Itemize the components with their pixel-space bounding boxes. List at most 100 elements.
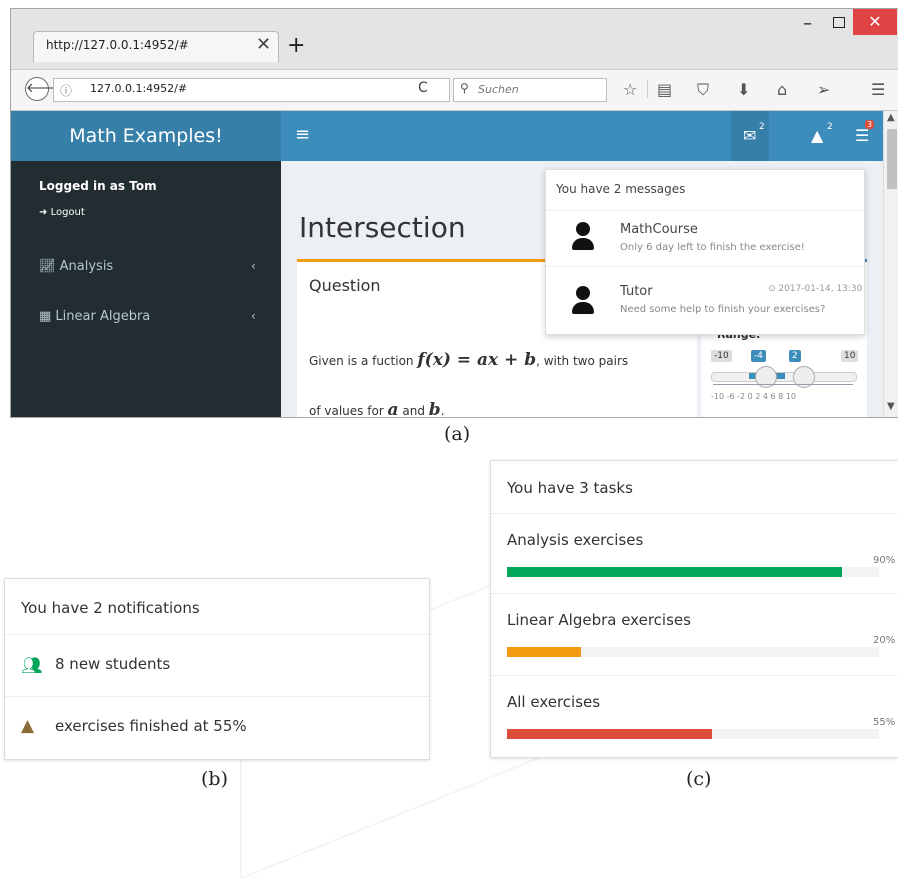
- message-item[interactable]: MathCourse Only 6 day left to finish the…: [546, 210, 864, 266]
- tab-close-icon[interactable]: ✕: [256, 34, 271, 55]
- notification-item[interactable]: 8 new students: [55, 655, 170, 673]
- warning-icon: ▲: [21, 716, 35, 736]
- pocket-icon[interactable]: ⛉: [697, 80, 709, 100]
- menu-icon[interactable]: ☰: [871, 80, 885, 99]
- task-label[interactable]: All exercises: [507, 693, 600, 711]
- download-icon[interactable]: ⬇: [737, 80, 750, 99]
- tasks-count: 3: [865, 120, 875, 129]
- avatar: [576, 222, 590, 236]
- star-icon[interactable]: ☆: [623, 80, 637, 99]
- message-time: ⊙ 2017-01-14, 13:30: [768, 284, 863, 294]
- range-high-label: 2: [789, 350, 801, 362]
- question-title: Question: [309, 276, 381, 295]
- messages-divider: [546, 266, 864, 267]
- app-brand[interactable]: Math Examples!: [11, 111, 281, 161]
- warnings-count: 2: [827, 122, 833, 132]
- home-icon[interactable]: ⌂: [777, 80, 787, 99]
- messages-dropdown: You have 2 messages MathCourse Only 6 da…: [545, 169, 865, 335]
- info-icon[interactable]: ⓘ: [60, 82, 72, 99]
- messages-header-text: You have 2 messages: [556, 182, 686, 196]
- message-sender: MathCourse: [620, 222, 698, 237]
- search-bar[interactable]: ⚲ Suchen: [453, 78, 607, 102]
- messages-count: 2: [759, 122, 765, 132]
- task-percent: 55%: [873, 717, 896, 728]
- back-button[interactable]: 🡐: [25, 77, 61, 101]
- function-formula: f(x) = ax + b: [417, 350, 537, 370]
- task-progress-fill: [507, 647, 582, 657]
- task-percent: 90%: [873, 555, 896, 566]
- tasks-header: You have 3 tasks: [507, 479, 633, 497]
- avatar-body: [572, 238, 594, 250]
- tab-title: http://127.0.0.1:4952/#: [46, 38, 189, 52]
- minimize-button[interactable]: –: [803, 13, 812, 34]
- divider: [491, 593, 898, 594]
- avatar-body: [572, 302, 594, 314]
- messages-header: You have 2 messages: [546, 170, 864, 211]
- notifications-panel: You have 2 notifications 👥︎ 8 new studen…: [4, 578, 430, 760]
- notification-item[interactable]: exercises finished at 55%: [55, 717, 247, 735]
- browser-tab[interactable]: http://127.0.0.1:4952/# ✕: [33, 31, 279, 62]
- reader-icon[interactable]: ▤: [657, 80, 672, 99]
- url-text[interactable]: 127.0.0.1:4952/#: [90, 82, 187, 95]
- tab-strip: http://127.0.0.1:4952/# ✕ + – ✕: [11, 9, 898, 69]
- task-progress-track: [507, 647, 879, 657]
- divider: [5, 634, 429, 635]
- chevron-left-icon: ‹: [251, 259, 256, 273]
- message-item[interactable]: Tutor ⊙ 2017-01-14, 13:30 Need some help…: [546, 270, 864, 326]
- sidebar-item-analysis[interactable]: 📈︎ Analysis: [39, 259, 113, 274]
- web-app: Math Examples! ≡ ✉ 2 ▲ 2 ☰ 3 Logged in a…: [11, 111, 883, 417]
- toolbar-divider: [647, 80, 648, 98]
- reload-icon[interactable]: C: [418, 80, 428, 96]
- caption-b: (b): [201, 768, 228, 790]
- scroll-up-icon[interactable]: ▲: [887, 112, 895, 123]
- range-ticks: [713, 384, 853, 391]
- caption-a: (a): [444, 423, 471, 445]
- range-min-label: -10: [711, 350, 732, 362]
- sidebar-toggle-icon[interactable]: ≡: [295, 124, 310, 145]
- notifications-header: You have 2 notifications: [21, 599, 200, 617]
- sidebar: Logged in as Tom ➜ Logout 📈︎ Analysis ‹ …: [11, 161, 281, 417]
- send-icon[interactable]: ➢: [817, 80, 830, 99]
- question-text-line2: of values for a and b.: [309, 400, 445, 417]
- search-placeholder: Suchen: [478, 83, 519, 96]
- message-text: Need some help to finish your exercises?: [620, 304, 826, 315]
- scroll-thumb[interactable]: [887, 129, 897, 189]
- page-title: Intersection: [299, 211, 466, 244]
- close-window-button[interactable]: ✕: [853, 9, 897, 35]
- divider: [5, 696, 429, 697]
- task-percent: 20%: [873, 635, 896, 646]
- range-max-label: 10: [841, 350, 859, 362]
- task-label[interactable]: Linear Algebra exercises: [507, 611, 691, 629]
- chevron-left-icon: ‹: [251, 309, 256, 323]
- avatar: [576, 286, 590, 300]
- logout-label: Logout: [50, 207, 85, 218]
- tasks-panel: You have 3 tasks Analysis exercises 90% …: [490, 460, 898, 758]
- url-bar[interactable]: ⓘ 127.0.0.1:4952/# C: [53, 78, 450, 102]
- sidebar-item-linear-algebra[interactable]: ▦ Linear Algebra: [39, 309, 150, 324]
- task-progress-track: [507, 567, 879, 577]
- task-progress-fill: [507, 567, 842, 577]
- range-tick-labels: -10 -6 -2 0 2 4 6 8 10: [711, 392, 796, 401]
- question-text-line1: Given is a fuction f(x) = ax + b, with t…: [309, 350, 629, 370]
- new-tab-button[interactable]: +: [287, 33, 305, 58]
- task-progress-fill: [507, 729, 712, 739]
- envelope-icon[interactable]: ✉: [743, 126, 756, 145]
- logged-in-user: Logged in as Tom: [39, 179, 157, 193]
- maximize-button[interactable]: [833, 17, 845, 28]
- scroll-down-icon[interactable]: ▼: [887, 401, 895, 412]
- divider: [491, 513, 898, 514]
- task-label[interactable]: Analysis exercises: [507, 531, 643, 549]
- divider: [491, 675, 898, 676]
- task-progress-track: [507, 729, 879, 739]
- browser-navbar: 🡐 ⓘ 127.0.0.1:4952/# C ⚲ Suchen ☆ ▤ ⛉ ⬇ …: [11, 69, 898, 111]
- page-scrollbar[interactable]: ▲ ▼: [883, 111, 898, 417]
- message-text: Only 6 day left to finish the exercise!: [620, 242, 805, 253]
- browser-window: http://127.0.0.1:4952/# ✕ + – ✕ 🡐 ⓘ 127.…: [10, 8, 898, 418]
- warning-nav-icon[interactable]: ▲: [811, 126, 823, 145]
- grid-icon: ▦: [39, 309, 56, 324]
- app-topbar: ≡ ✉ 2 ▲ 2 ☰ 3: [281, 111, 883, 161]
- sidebar-item-label: Linear Algebra: [55, 309, 151, 324]
- message-sender: Tutor: [620, 284, 653, 299]
- logout-link[interactable]: ➜ Logout: [39, 207, 85, 218]
- range-low-label: -4: [751, 350, 766, 362]
